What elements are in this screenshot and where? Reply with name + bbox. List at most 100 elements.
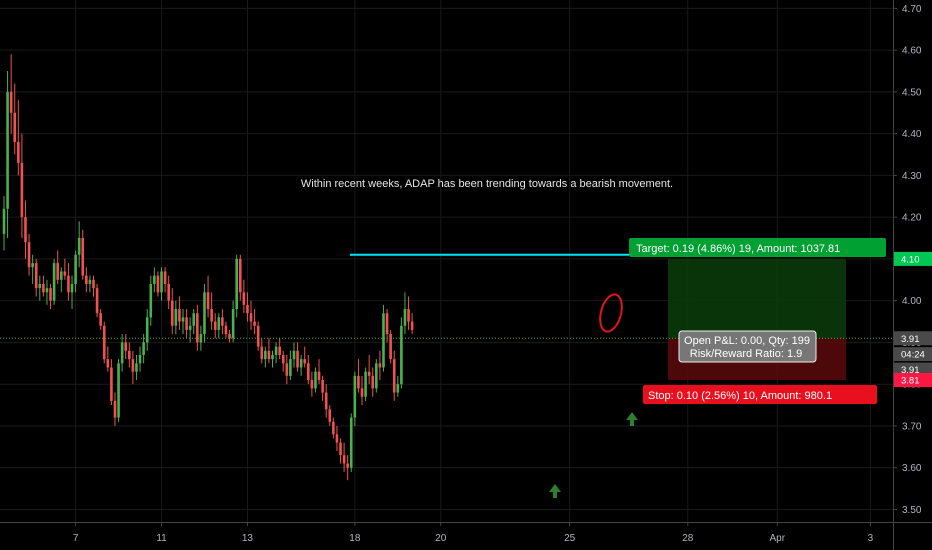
time-tick-label: 11 (156, 533, 167, 544)
candle-body (63, 271, 67, 276)
candle-body (310, 380, 314, 389)
price-tick-label: 4.40 (902, 129, 922, 140)
price-tick-label: 3.60 (902, 463, 922, 474)
candle-body (364, 371, 367, 397)
candle-body (238, 258, 242, 293)
candle-body (264, 350, 267, 360)
candle-body (349, 417, 353, 468)
target-label-box[interactable]: Target: 0.19 (4.86%) 19, Amount: 1037.81 (629, 238, 886, 257)
candle-body (357, 375, 360, 389)
candle-body (88, 279, 92, 284)
candle-body (235, 258, 238, 310)
price-tag-label: 04:24 (901, 350, 925, 361)
candle-body (281, 354, 285, 364)
candle-body (185, 317, 188, 330)
candle-body (170, 300, 174, 326)
time-tick-label: 25 (564, 533, 576, 544)
candle-body (128, 350, 131, 360)
candle-body (142, 342, 145, 355)
candle-body (77, 238, 81, 255)
candle-body (174, 309, 178, 326)
candle-body (375, 363, 378, 389)
candle-body (117, 363, 120, 418)
candle-body (324, 392, 328, 410)
candle-body (131, 359, 135, 372)
candle-body (34, 263, 38, 289)
candle-body (296, 350, 299, 368)
candle-body (102, 325, 106, 360)
candle-body (346, 463, 349, 468)
stop-label: Stop: 0.10 (2.56%) 10, Amount: 980.1 (648, 390, 832, 402)
candle-body (371, 375, 375, 389)
candle-body (106, 359, 110, 368)
candle-body (224, 325, 228, 335)
candle-body (396, 384, 400, 393)
candle-body (188, 325, 192, 330)
candle-body (407, 309, 410, 322)
candle-body (20, 162, 24, 218)
time-tick-label: 3 (868, 533, 874, 544)
candle-body (178, 309, 181, 322)
time-tick-label: 20 (435, 533, 447, 544)
candle-body (256, 325, 260, 347)
candle-body (210, 309, 213, 322)
candle-body (339, 442, 342, 456)
candle-body (367, 371, 371, 376)
candle-body (27, 242, 31, 268)
candle-body (328, 409, 332, 422)
candle-body (392, 359, 396, 393)
candle-body (9, 91, 13, 113)
price-tick-label: 4.60 (902, 46, 922, 57)
candle-body (332, 421, 335, 435)
candle-body (382, 313, 385, 368)
candle-body (267, 350, 271, 360)
candle-body (317, 371, 321, 381)
time-tick-label: Apr (769, 533, 785, 544)
candle-body (403, 309, 407, 326)
candle-body (303, 359, 307, 364)
candle-body (67, 275, 70, 293)
price-tick-label: 3.70 (902, 421, 922, 432)
candlestick-chart[interactable]: Within recent weeks, ADAP has been trend… (0, 0, 932, 550)
time-tick-label: 7 (73, 533, 79, 544)
candle-body (410, 321, 414, 330)
candle-body (163, 271, 167, 284)
candle-body (149, 283, 153, 318)
candle-body (135, 363, 138, 372)
price-tick-label: 4.50 (902, 87, 922, 98)
candle-body (260, 346, 264, 360)
candle-body (253, 321, 256, 326)
candle-body (120, 342, 124, 364)
candle-body (228, 334, 231, 339)
candle-body (285, 363, 289, 376)
candle-body (52, 263, 56, 301)
candle-body (242, 292, 246, 305)
candle-body (31, 263, 34, 268)
candle-body (99, 313, 102, 326)
candle-body (203, 292, 206, 335)
candle-body (314, 371, 317, 389)
candle-body (24, 217, 27, 243)
candle-body (378, 363, 382, 368)
candle-body (342, 455, 346, 464)
pnl-box[interactable]: Open P&L: 0.00, Qty: 199 Risk/Reward Rat… (678, 330, 817, 363)
candle-body (217, 317, 221, 330)
candle-body (85, 275, 88, 284)
candle-body (124, 342, 128, 351)
candle-body (221, 317, 224, 326)
candle-body (45, 288, 49, 293)
candle-body (81, 238, 85, 276)
annotation-text[interactable]: Within recent weeks, ADAP has been trend… (301, 178, 673, 190)
candle-body (246, 304, 249, 314)
candle-body (278, 346, 281, 355)
stop-label-box[interactable]: Stop: 0.10 (2.56%) 10, Amount: 980.1 (643, 385, 877, 404)
candle-body (231, 309, 235, 339)
pnl-line-2: Risk/Reward Ratio: 1.9 (690, 348, 803, 360)
price-tick-label: 4.70 (902, 4, 922, 15)
price-tick-label: 4.30 (902, 171, 922, 182)
candle-body (335, 434, 339, 443)
price-tag-label: 3.91 (901, 334, 920, 345)
candle-body (206, 292, 210, 310)
candle-body (160, 271, 163, 293)
candle-body (400, 325, 403, 385)
